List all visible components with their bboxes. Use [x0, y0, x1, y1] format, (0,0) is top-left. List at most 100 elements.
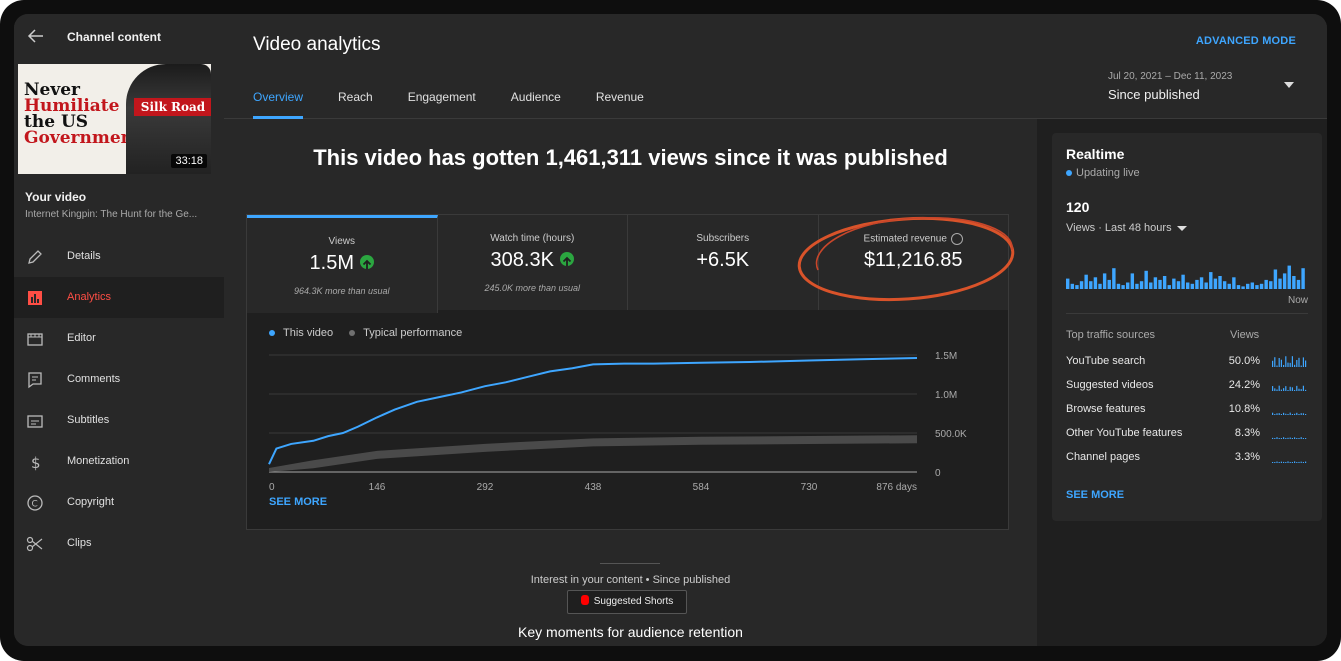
sparkline-bar	[1291, 356, 1293, 367]
sidebar-item-comments[interactable]: Comments	[14, 359, 224, 400]
sparkline-bar	[1285, 413, 1287, 415]
realtime-bar	[1126, 282, 1130, 289]
realtime-bar	[1218, 276, 1222, 289]
sparkline-bar	[1276, 389, 1278, 391]
realtime-bar	[1167, 285, 1171, 289]
svg-text:C: C	[32, 500, 38, 510]
realtime-bar	[1130, 273, 1135, 289]
realtime-bar	[1301, 268, 1305, 289]
realtime-title: Realtime	[1066, 146, 1125, 162]
sidebar-item-label: Monetization	[67, 455, 130, 467]
sparkline-bar	[1283, 437, 1285, 439]
sidebar-item-editor[interactable]: Editor	[14, 318, 224, 359]
realtime-bar	[1075, 285, 1079, 289]
svg-text:$: $	[31, 454, 41, 471]
realtime-period-selector[interactable]: Views · Last 48 hours	[1066, 222, 1187, 234]
realtime-bar	[1282, 273, 1287, 289]
sidebar-item-analytics[interactable]: Analytics	[14, 277, 224, 318]
interest-caption: Interest in your content • Since publish…	[530, 574, 731, 586]
sparkline-bar	[1283, 461, 1285, 463]
realtime-bar	[1232, 277, 1236, 289]
realtime-bar	[1162, 276, 1167, 289]
tab-reach[interactable]: Reach	[338, 90, 373, 119]
sparkline-bar	[1289, 386, 1291, 391]
sparkline-bar	[1274, 357, 1276, 367]
sparkline-bar	[1280, 461, 1282, 463]
metric-watch-time[interactable]: Watch time (hours) 308.3K 245.0K more th…	[437, 215, 628, 310]
sidebar-item-monetization[interactable]: $ Monetization	[14, 441, 224, 482]
sparkline-bar	[1287, 390, 1289, 391]
realtime-bar	[1204, 282, 1208, 289]
realtime-bar	[1139, 281, 1144, 289]
copyright-icon: C	[27, 495, 43, 511]
sidebar-item-clips[interactable]: Clips	[14, 523, 224, 564]
shorts-icon	[580, 595, 589, 606]
video-thumbnail[interactable]: Never Humiliate the US Government Silk R…	[18, 64, 211, 174]
realtime-bar	[1255, 285, 1259, 289]
sparkline-bar	[1280, 359, 1282, 367]
sparkline-bar	[1272, 360, 1274, 367]
realtime-bar	[1296, 279, 1301, 289]
sidebar-item-label: Details	[67, 250, 101, 262]
tab-bar: Overview Reach Engagement Audience Reven…	[253, 90, 679, 119]
sparkline-bar	[1291, 387, 1293, 391]
editor-icon	[27, 333, 43, 346]
sparkline-bar	[1272, 437, 1274, 439]
sidebar-item-subtitles[interactable]: Subtitles	[14, 400, 224, 441]
views-line-chart: 0 500.0K 1.0M 1.5M 0 146 292 438 584 730 876 days	[268, 351, 967, 493]
sparkline-bar	[1291, 414, 1293, 415]
metric-value: 308.3K	[438, 249, 628, 272]
sparkline-bar	[1272, 412, 1274, 415]
metric-value: 1.5M	[247, 252, 437, 275]
realtime-bar	[1079, 281, 1084, 289]
overview-content: This video has gotten 1,461,311 views si…	[224, 119, 1037, 646]
tab-revenue[interactable]: Revenue	[596, 90, 644, 119]
metric-label: Views	[328, 236, 356, 247]
sparkline-bar	[1291, 438, 1293, 439]
sparkline-bar	[1285, 356, 1287, 367]
pencil-icon	[28, 250, 42, 264]
realtime-bar	[1241, 286, 1245, 289]
realtime-bar	[1209, 272, 1213, 289]
tab-audience[interactable]: Audience	[511, 90, 561, 119]
tab-overview[interactable]: Overview	[253, 90, 304, 119]
realtime-bar	[1089, 281, 1093, 289]
sparkline-bar	[1274, 388, 1276, 391]
x-tick-label: 0	[269, 482, 275, 493]
advanced-mode-button[interactable]: ADVANCED MODE	[1196, 35, 1296, 47]
thumbnail-banner: Silk Road	[134, 98, 211, 116]
back-arrow-icon[interactable]	[26, 26, 46, 46]
traffic-sparkline	[1272, 385, 1307, 391]
y-tick-label: 0	[935, 468, 941, 479]
realtime-bar	[1190, 283, 1195, 289]
traffic-source-value: 10.8%	[1228, 403, 1260, 415]
scissors-icon	[26, 536, 43, 552]
see-more-link[interactable]: SEE MORE	[269, 496, 327, 508]
annotation-circle	[797, 216, 1015, 302]
sparkline-bar	[1272, 462, 1274, 463]
tab-engagement[interactable]: Engagement	[408, 90, 476, 119]
x-tick-label: 876 days	[876, 482, 917, 493]
sparkline-bar	[1272, 386, 1274, 391]
realtime-bar	[1144, 270, 1148, 289]
sparkline-bar	[1283, 364, 1285, 367]
video-duration: 33:18	[171, 154, 207, 168]
sparkline-bar	[1287, 461, 1289, 463]
x-tick-label: 438	[585, 482, 602, 493]
traffic-source-name: Other YouTube features	[1066, 427, 1183, 439]
sidebar-item-details[interactable]: Details	[14, 236, 224, 277]
video-title: Internet Kingpin: The Hunt for the Ge...	[25, 209, 198, 220]
see-more-link[interactable]: SEE MORE	[1066, 489, 1124, 501]
sparkline-bar	[1289, 462, 1291, 463]
realtime-count: 120	[1066, 199, 1090, 215]
date-period-selector[interactable]: Since published	[1108, 87, 1200, 102]
sparkline-bar	[1276, 365, 1278, 367]
sidebar-item-copyright[interactable]: C Copyright	[14, 482, 224, 523]
suggested-shorts-button[interactable]: Suggested Shorts	[567, 590, 687, 614]
realtime-bar-chart	[1066, 265, 1305, 289]
chevron-down-icon[interactable]	[1284, 82, 1294, 88]
metric-views[interactable]: Views 1.5M 964.3K more than usual	[247, 215, 438, 313]
divider	[1066, 313, 1308, 314]
sparkline-bar	[1305, 461, 1307, 463]
realtime-panel: Realtime Updating live 120 Views · Last …	[1052, 133, 1322, 521]
